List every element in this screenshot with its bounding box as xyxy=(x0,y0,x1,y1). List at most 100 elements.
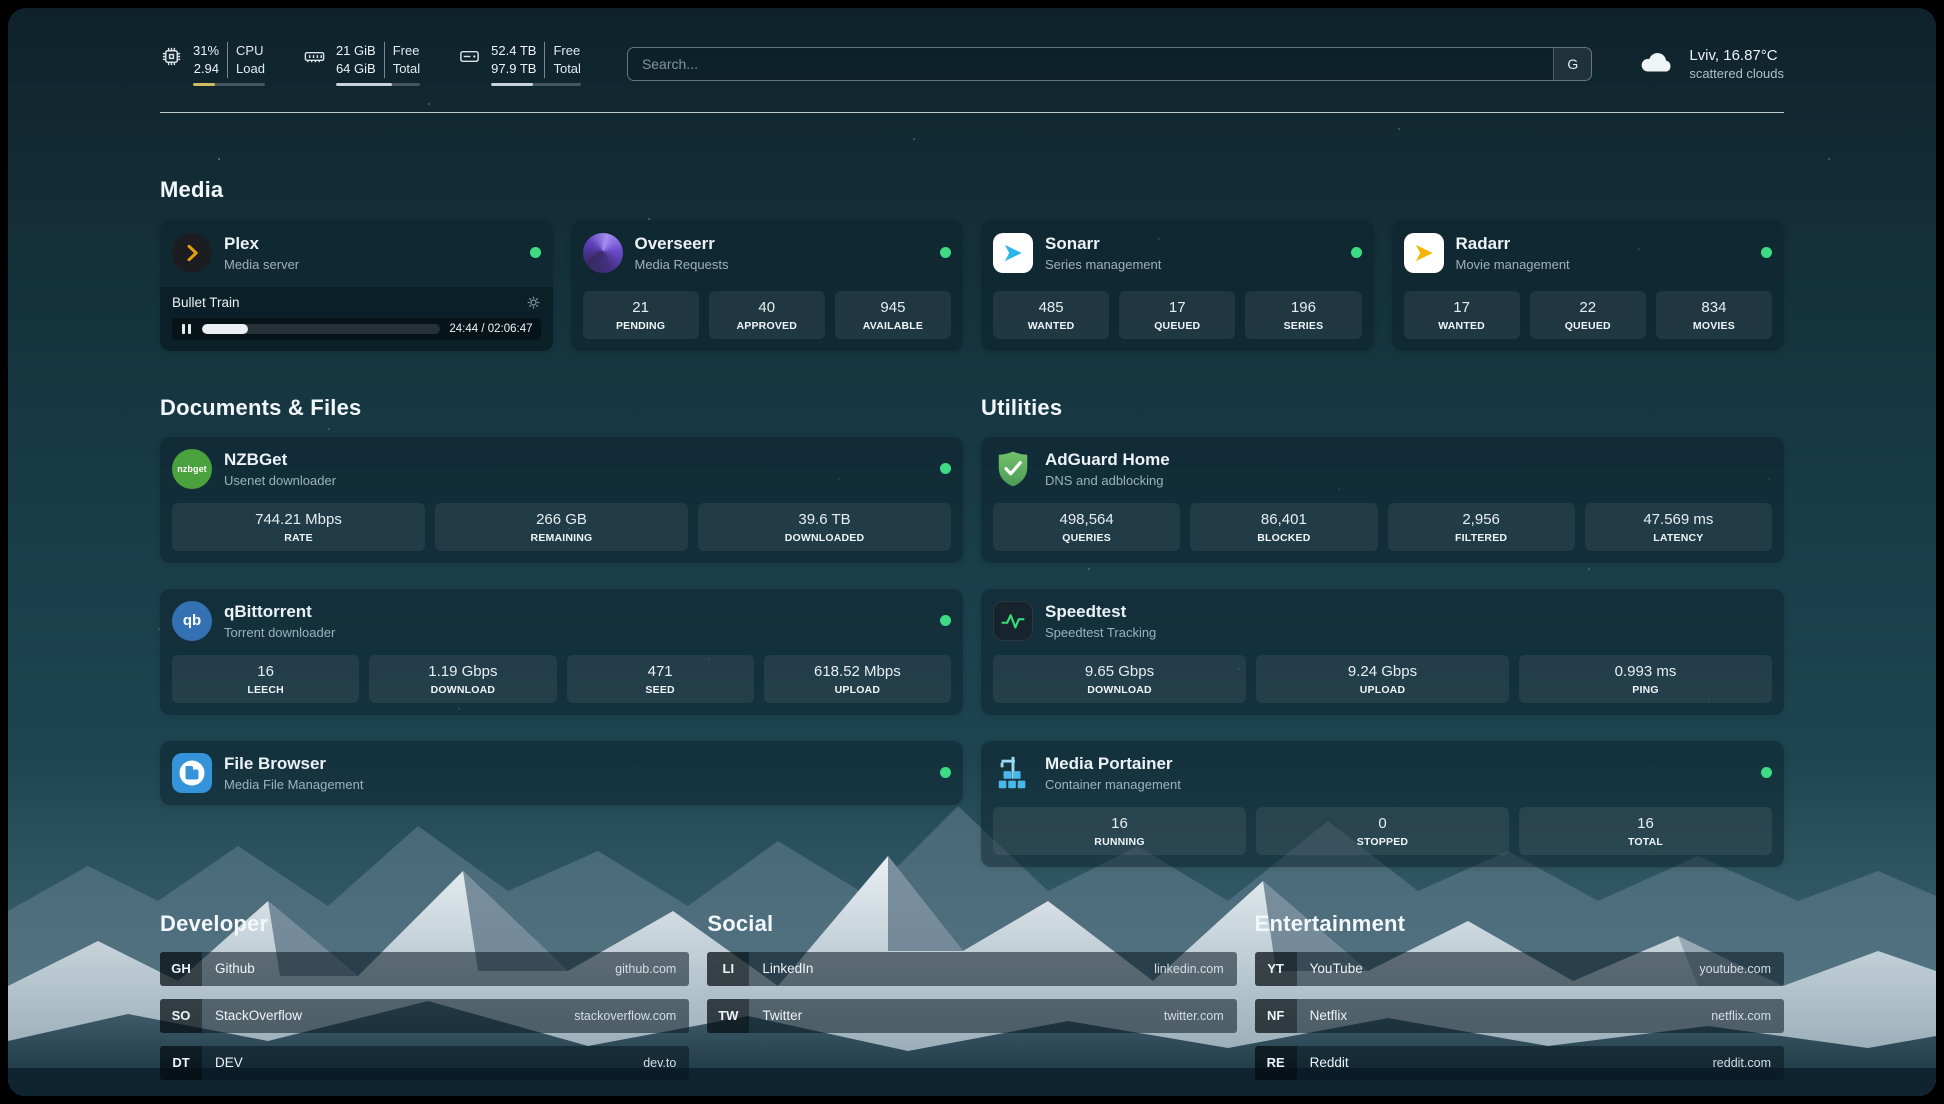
stat-box: 17 QUEUED xyxy=(1119,291,1235,339)
stat-label: REMAINING xyxy=(437,532,686,544)
stat-value: 485 xyxy=(995,299,1107,316)
service-card-nzbget[interactable]: NZBGet Usenet downloader 744.21 Mbps RAT… xyxy=(160,437,963,563)
playback-time: 24:44 / 02:06:47 xyxy=(449,323,532,335)
service-card-plex[interactable]: Plex Media server Bullet Train xyxy=(160,221,553,351)
stat-value: 16 xyxy=(995,815,1244,832)
disk-total-value: 97.9 TB xyxy=(491,60,544,78)
app-subtitle: Speedtest Tracking xyxy=(1045,625,1156,640)
stat-label: MOVIES xyxy=(1658,320,1770,332)
bookmark-abbr: SO xyxy=(160,999,202,1033)
weather-location-temp: Lviv, 16.87°C xyxy=(1689,47,1784,64)
qbittorrent-icon xyxy=(172,601,212,641)
app-name: qBittorrent xyxy=(224,602,335,622)
stat-label: AVAILABLE xyxy=(837,320,949,332)
stat-box: 471 SEED xyxy=(567,655,754,703)
weather-widget: Lviv, 16.87°C scattered clouds xyxy=(1638,47,1784,81)
stat-box: 47.569 ms LATENCY xyxy=(1585,503,1772,551)
bookmark-url: youtube.com xyxy=(1699,962,1784,976)
search-input[interactable] xyxy=(628,48,1553,80)
service-card-radarr[interactable]: Radarr Movie management 17 WANTED 22 QUE… xyxy=(1392,221,1785,351)
now-playing-title: Bullet Train xyxy=(172,295,240,310)
cpu-usage-value: 31% xyxy=(193,42,227,60)
stat-value: 196 xyxy=(1247,299,1359,316)
stat-label: STOPPED xyxy=(1258,836,1507,848)
status-dot xyxy=(940,615,951,626)
stat-box: 266 GB REMAINING xyxy=(435,503,688,551)
stat-value: 0.993 ms xyxy=(1521,663,1770,680)
bookmark-url: dev.to xyxy=(643,1056,689,1070)
bookmark-twitter[interactable]: TW Twitter twitter.com xyxy=(707,999,1236,1033)
media-cards-row: Plex Media server Bullet Train xyxy=(160,221,1784,351)
service-card-qbittorrent[interactable]: qBittorrent Torrent downloader 16 LEECH … xyxy=(160,589,963,715)
bookmark-url: linkedin.com xyxy=(1154,962,1236,976)
playback-progress-bar[interactable] xyxy=(202,324,440,334)
stat-label: LATENCY xyxy=(1587,532,1770,544)
stat-box: 834 MOVIES xyxy=(1656,291,1772,339)
bookmark-url: netflix.com xyxy=(1711,1009,1784,1023)
app-name: Media Portainer xyxy=(1045,754,1181,774)
bookmark-youtube[interactable]: YT YouTube youtube.com xyxy=(1255,952,1784,986)
stat-box: 40 APPROVED xyxy=(709,291,825,339)
section-title-media: Media xyxy=(160,177,1784,203)
bookmark-abbr: LI xyxy=(707,952,749,986)
bookmark-stackoverflow[interactable]: SO StackOverflow stackoverflow.com xyxy=(160,999,689,1033)
bookmark-reddit[interactable]: RE Reddit reddit.com xyxy=(1255,1046,1784,1080)
bookmark-linkedin[interactable]: LI LinkedIn linkedin.com xyxy=(707,952,1236,986)
service-card-portainer[interactable]: Media Portainer Container management 16 … xyxy=(981,741,1784,867)
bookmark-abbr: TW xyxy=(707,999,749,1033)
sonarr-icon xyxy=(993,233,1033,273)
bookmark-github[interactable]: GH Github github.com xyxy=(160,952,689,986)
bookmark-name: Twitter xyxy=(749,1008,802,1023)
bookmark-url: stackoverflow.com xyxy=(574,1009,689,1023)
cpu-progress-bar xyxy=(193,83,265,86)
status-dot xyxy=(1761,247,1772,258)
stat-box: 945 AVAILABLE xyxy=(835,291,951,339)
stat-label: SERIES xyxy=(1247,320,1359,332)
service-card-overseerr[interactable]: Overseerr Media Requests 21 PENDING 40 A… xyxy=(571,221,964,351)
nzbget-icon xyxy=(172,449,212,489)
stat-value: 17 xyxy=(1406,299,1518,316)
app-subtitle: Movie management xyxy=(1456,257,1570,272)
bookmark-netflix[interactable]: NF Netflix netflix.com xyxy=(1255,999,1784,1033)
search-engine-button[interactable]: G xyxy=(1553,48,1591,80)
memory-free-value: 21 GiB xyxy=(336,42,384,60)
bookmark-abbr: GH xyxy=(160,952,202,986)
status-dot xyxy=(940,767,951,778)
app-subtitle: Container management xyxy=(1045,777,1181,792)
bookmark-dev[interactable]: DT DEV dev.to xyxy=(160,1046,689,1080)
stat-value: 17 xyxy=(1121,299,1233,316)
stat-value: 266 GB xyxy=(437,511,686,528)
status-dot xyxy=(940,463,951,474)
stat-label: DOWNLOAD xyxy=(995,684,1244,696)
stat-value: 39.6 TB xyxy=(700,511,949,528)
bookmark-name: StackOverflow xyxy=(202,1008,302,1023)
app-name: NZBGet xyxy=(224,450,336,470)
bookmark-name: Github xyxy=(202,961,255,976)
settings-gear-icon[interactable] xyxy=(526,295,541,310)
section-title-documents: Documents & Files xyxy=(160,395,963,421)
stat-label: APPROVED xyxy=(711,320,823,332)
service-card-filebrowser[interactable]: File Browser Media File Management xyxy=(160,741,963,805)
cloud-icon xyxy=(1638,48,1676,80)
section-title-social: Social xyxy=(707,911,1236,937)
stat-label: WANTED xyxy=(1406,320,1518,332)
stat-box: 0.993 ms PING xyxy=(1519,655,1772,703)
service-card-adguard[interactable]: AdGuard Home DNS and adblocking 498,564 … xyxy=(981,437,1784,563)
stat-label: RATE xyxy=(174,532,423,544)
service-card-speedtest[interactable]: Speedtest Speedtest Tracking 9.65 Gbps D… xyxy=(981,589,1784,715)
stat-label: TOTAL xyxy=(1521,836,1770,848)
plex-icon xyxy=(172,233,212,273)
documents-column: Documents & Files NZBGet Usenet download… xyxy=(160,395,963,831)
bookmark-name: DEV xyxy=(202,1055,243,1070)
stat-box: 16 LEECH xyxy=(172,655,359,703)
stat-box: 39.6 TB DOWNLOADED xyxy=(698,503,951,551)
bookmark-abbr: RE xyxy=(1255,1046,1297,1080)
stat-value: 2,956 xyxy=(1390,511,1573,528)
stat-label: QUEUED xyxy=(1532,320,1644,332)
service-card-sonarr[interactable]: Sonarr Series management 485 WANTED 17 Q… xyxy=(981,221,1374,351)
stat-label: RUNNING xyxy=(995,836,1244,848)
stat-label: QUERIES xyxy=(995,532,1178,544)
pause-button[interactable] xyxy=(180,322,193,336)
stat-label: DOWNLOADED xyxy=(700,532,949,544)
bookmark-name: Netflix xyxy=(1297,1008,1348,1023)
